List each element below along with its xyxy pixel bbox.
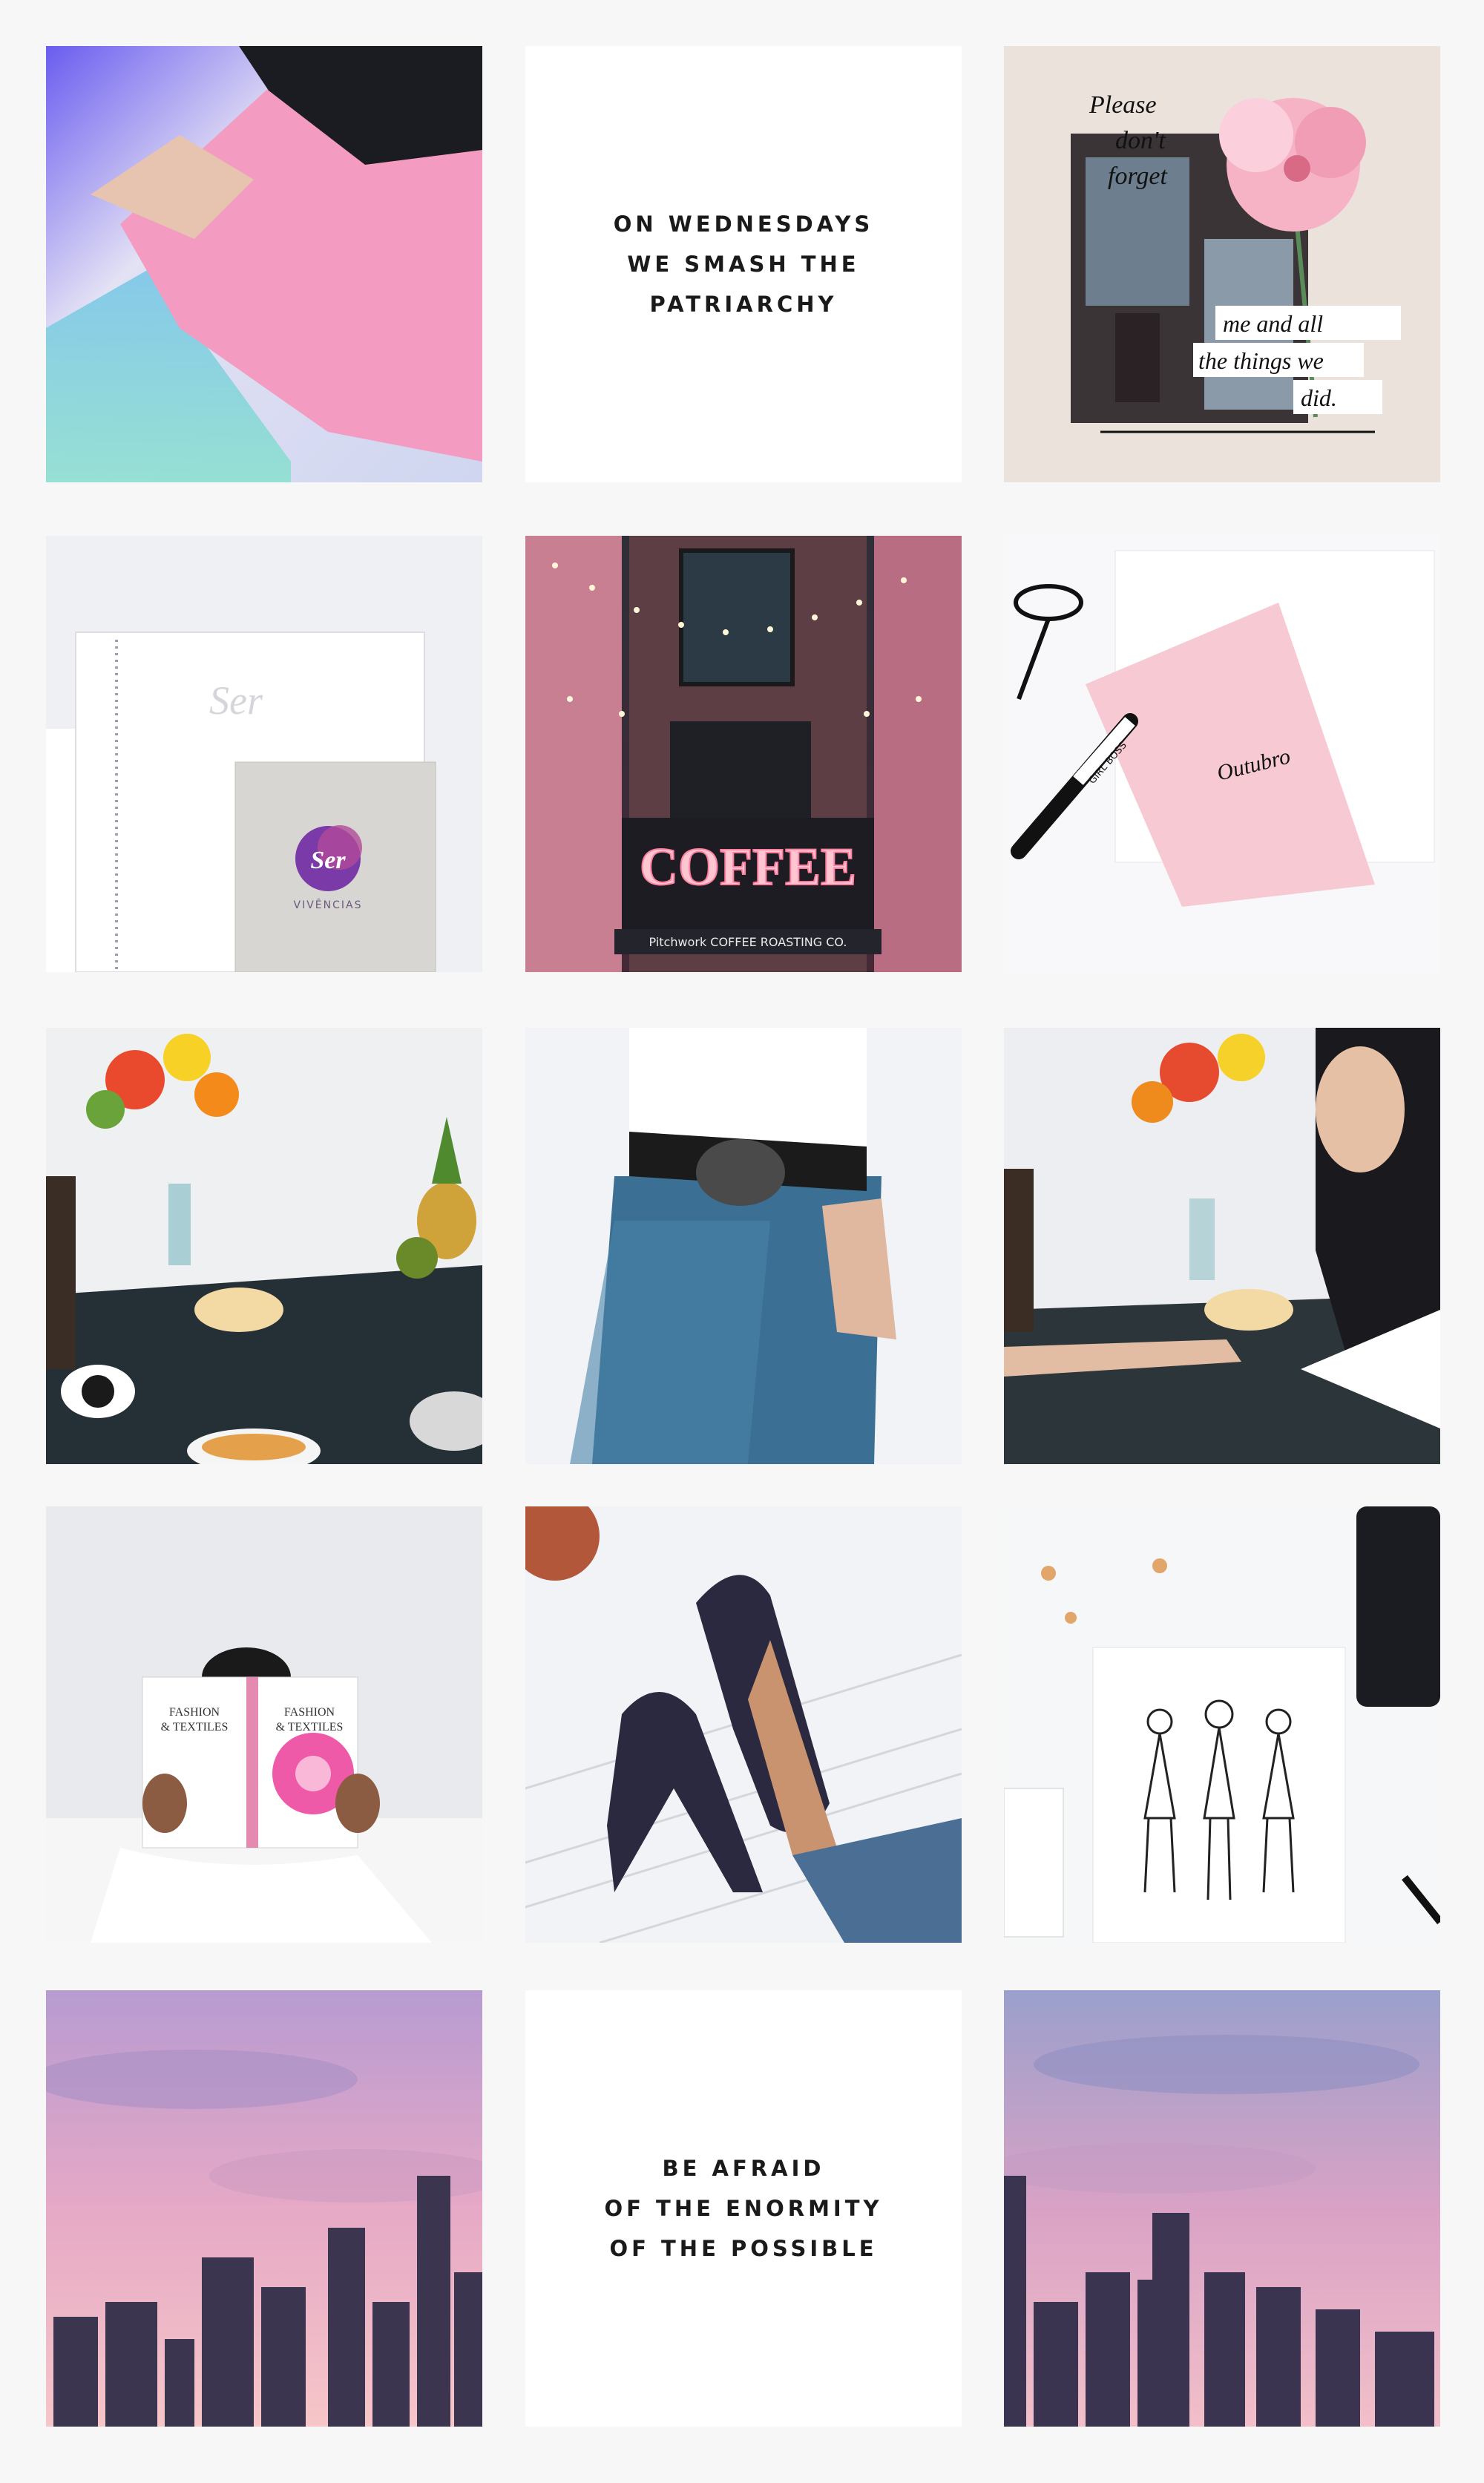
photo-reading[interactable]: FASHION & TEXTILES FASHION & TEXTILES: [46, 1506, 482, 1943]
collage-image: Please don't forget me and all the thing…: [1004, 46, 1440, 482]
woman-table-image: [1004, 1028, 1440, 1464]
book-title: & TEXTILES: [161, 1721, 229, 1733]
photo-jeans[interactable]: [525, 1028, 962, 1464]
collage-line: don't: [1115, 127, 1166, 154]
breakfast-image: [46, 1028, 482, 1464]
quote-text: ON WEDNESDAYS WE SMASH THE PATRIARCHY: [614, 204, 873, 324]
photo-skyline-left[interactable]: [46, 1990, 482, 2427]
quote-wednesday[interactable]: ON WEDNESDAYS WE SMASH THE PATRIARCHY: [525, 46, 962, 482]
photo-heels[interactable]: [525, 1506, 962, 1943]
pink-top-image: [46, 46, 482, 482]
collage-line: me and all: [1223, 310, 1323, 337]
quote-line: OF THE POSSIBLE: [609, 2236, 878, 2261]
cover-script: Ser: [209, 678, 263, 723]
photo-pink-top[interactable]: [46, 46, 482, 482]
jeans-image: [525, 1028, 962, 1464]
collage-line: forget: [1108, 163, 1169, 190]
coffee-sign: COFFEE: [640, 837, 856, 896]
quote-line: WE SMASH THE: [627, 252, 860, 277]
notebooks-image: Ser Ser VIVÊNCIAS: [46, 536, 482, 972]
photo-notebooks[interactable]: Ser Ser VIVÊNCIAS: [46, 536, 482, 972]
photo-coffee[interactable]: COFFEE Pitchwork COFFEE ROASTING CO.: [525, 536, 962, 972]
quote-line: PATRIARCHY: [649, 292, 838, 317]
quote-text: BE AFRAID OF THE ENORMITY OF THE POSSIBL…: [604, 2148, 882, 2269]
photo-skyline-right[interactable]: [1004, 1990, 1440, 2427]
photo-woman-table[interactable]: [1004, 1028, 1440, 1464]
coffee-image: COFFEE Pitchwork COFFEE ROASTING CO.: [525, 536, 962, 972]
badge-text: Ser: [310, 847, 346, 874]
photo-breakfast[interactable]: [46, 1028, 482, 1464]
book-title: FASHION: [284, 1706, 335, 1719]
book-title: FASHION: [169, 1706, 220, 1719]
reading-image: FASHION & TEXTILES FASHION & TEXTILES: [46, 1506, 482, 1943]
badge-sub: VIVÊNCIAS: [294, 898, 363, 911]
quote-afraid[interactable]: BE AFRAID OF THE ENORMITY OF THE POSSIBL…: [525, 1990, 962, 2427]
book-title: & TEXTILES: [276, 1721, 344, 1733]
heels-image: [525, 1506, 962, 1943]
photo-grid: ON WEDNESDAYS WE SMASH THE PATRIARCHY Pl…: [0, 0, 1484, 2483]
collage-line: the things we: [1198, 347, 1324, 374]
photo-collage[interactable]: Please don't forget me and all the thing…: [1004, 46, 1440, 482]
pink-card-image: Outubro GIRL BOSS: [1004, 536, 1440, 972]
photo-sketch[interactable]: [1004, 1506, 1440, 1943]
quote-line: OF THE ENORMITY: [604, 2196, 883, 2221]
photo-pink-card[interactable]: Outubro GIRL BOSS: [1004, 536, 1440, 972]
collage-line: did.: [1301, 384, 1337, 411]
skyline-left-image: [46, 1990, 482, 2427]
collage-line: Please: [1089, 91, 1157, 119]
quote-line: BE AFRAID: [662, 2156, 825, 2181]
coffee-awning: Pitchwork COFFEE ROASTING CO.: [649, 935, 847, 949]
sketch-image: [1004, 1506, 1440, 1943]
skyline-right-image: [1004, 1990, 1440, 2427]
quote-line: ON WEDNESDAYS: [613, 211, 874, 237]
